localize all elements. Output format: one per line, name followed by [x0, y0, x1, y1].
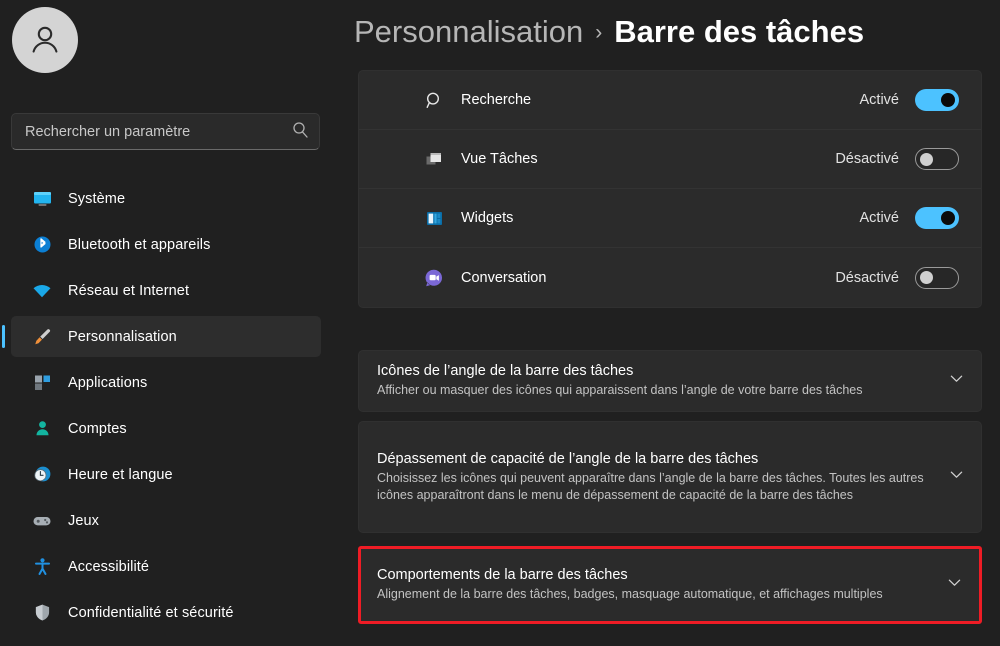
expander-title: Dépassement de capacité de l’angle de la…: [377, 450, 759, 467]
sidebar-item-reseau[interactable]: Réseau et Internet: [11, 270, 321, 311]
sidebar-item-label: Confidentialité et sécurité: [68, 604, 234, 621]
account-icon: [31, 418, 53, 440]
sidebar-item-label: Accessibilité: [68, 558, 150, 575]
sidebar-item-label: Jeux: [68, 512, 100, 529]
expander-description: Alignement de la barre des tâches, badge…: [377, 587, 883, 601]
sidebar-item-accessibilite[interactable]: Accessibilité: [11, 546, 321, 587]
sidebar: Système Bluetooth et appareils Rése: [0, 0, 340, 646]
wifi-icon: [31, 280, 53, 302]
expander-taskbar-corner-overflow[interactable]: Dépassement de capacité de l’angle de la…: [358, 421, 982, 533]
chevron-down-icon[interactable]: [944, 466, 965, 488]
toggle-state-text: Activé: [859, 210, 900, 226]
avatar[interactable]: [12, 7, 78, 73]
chevron-down-icon[interactable]: [944, 370, 965, 392]
search-box[interactable]: [11, 113, 320, 150]
search-icon: [423, 89, 445, 111]
apps-icon: [31, 372, 53, 394]
breadcrumb: Personnalisation › Barre des tâches: [354, 14, 864, 50]
search-container: [11, 113, 320, 150]
settings-window: Système Bluetooth et appareils Rése: [0, 0, 1000, 646]
sidebar-nav: Système Bluetooth et appareils Réseau et…: [0, 178, 340, 638]
widgets-icon: [423, 207, 445, 229]
expander-taskbar-corner-icons[interactable]: Icônes de l’angle de la barre des tâches…: [358, 350, 982, 412]
bluetooth-icon: [31, 234, 53, 256]
toggle-row-widgets[interactable]: Widgets Activé: [359, 189, 981, 248]
expander-description: Choisissez les icônes qui peuvent appara…: [377, 470, 924, 502]
paintbrush-icon: [31, 326, 53, 348]
sidebar-item-label: Personnalisation: [68, 328, 177, 345]
switch-knob: [941, 211, 955, 225]
toggle-label: Recherche: [461, 92, 532, 108]
expander-texts: Icônes de l’angle de la barre des tâches…: [377, 363, 944, 399]
sidebar-item-label: Applications: [68, 374, 148, 391]
search-icon: [292, 121, 309, 143]
sidebar-item-jeux[interactable]: Jeux: [11, 500, 321, 541]
main-content: Personnalisation › Barre des tâches Rech…: [340, 0, 1000, 646]
sidebar-item-confidentialite[interactable]: Confidentialité et sécurité: [11, 592, 321, 633]
sidebar-item-heure[interactable]: Heure et langue: [11, 454, 321, 495]
chevron-down-icon[interactable]: [942, 574, 963, 596]
toggle-state-text: Désactivé: [835, 269, 899, 286]
toggle-row-vue-taches[interactable]: Vue Tâches Désactivé: [359, 130, 981, 189]
task-view-icon: [423, 148, 445, 170]
toggle-label: Widgets: [461, 210, 514, 226]
sidebar-item-systeme[interactable]: Système: [11, 178, 321, 219]
toggle-state-text: Activé: [859, 92, 900, 108]
page-title: Barre des tâches: [614, 14, 865, 49]
sidebar-item-label: Comptes: [68, 420, 127, 437]
toggle-label: Conversation: [461, 269, 547, 286]
switch-knob: [920, 152, 933, 166]
toggle-switch-widgets[interactable]: [915, 207, 959, 229]
toggle-state-text: Désactivé: [835, 151, 899, 167]
gamepad-icon: [31, 510, 53, 532]
expander-title: Comportements de la barre des tâches: [377, 567, 628, 583]
expander-texts: Dépassement de capacité de l’angle de la…: [377, 451, 944, 504]
clock-globe-icon: [31, 464, 53, 486]
breadcrumb-parent[interactable]: Personnalisation: [354, 14, 583, 50]
monitor-icon: [31, 188, 53, 210]
toggle-row-recherche[interactable]: Recherche Activé: [359, 71, 981, 130]
sidebar-item-label: Réseau et Internet: [68, 282, 190, 299]
breadcrumb-separator: ›: [595, 21, 603, 44]
toggle-switch-recherche[interactable]: [915, 89, 959, 111]
switch-knob: [941, 93, 955, 107]
chat-icon: [423, 267, 445, 289]
taskbar-items-card: Recherche Activé Vue Tâches Désactivé Wi…: [358, 70, 982, 308]
sidebar-item-label: Bluetooth et appareils: [68, 236, 211, 253]
accessibility-icon: [31, 556, 53, 578]
sidebar-item-label: Système: [68, 190, 126, 207]
toggle-switch-vue-taches[interactable]: [915, 148, 959, 170]
sidebar-item-applications[interactable]: Applications: [11, 362, 321, 403]
user-avatar-icon: [32, 26, 58, 53]
expander-texts: Comportements de la barre des tâches Ali…: [377, 567, 942, 603]
switch-knob: [920, 271, 933, 284]
toggle-label: Vue Tâches: [461, 151, 538, 167]
sidebar-item-label: Heure et langue: [68, 466, 173, 483]
toggle-switch-conversation[interactable]: [915, 266, 959, 289]
sidebar-item-personnalisation[interactable]: Personnalisation: [2, 316, 321, 357]
toggle-row-conversation[interactable]: Conversation Désactivé: [359, 248, 981, 307]
shield-icon: [31, 602, 53, 624]
sidebar-item-comptes[interactable]: Comptes: [11, 408, 321, 449]
expander-title: Icônes de l’angle de la barre des tâches: [377, 363, 634, 379]
expander-taskbar-behaviors[interactable]: Comportements de la barre des tâches Ali…: [358, 546, 982, 624]
search-input[interactable]: [25, 123, 286, 140]
expander-description: Afficher ou masquer des icônes qui appar…: [377, 383, 863, 397]
sidebar-item-bluetooth[interactable]: Bluetooth et appareils: [11, 224, 321, 265]
